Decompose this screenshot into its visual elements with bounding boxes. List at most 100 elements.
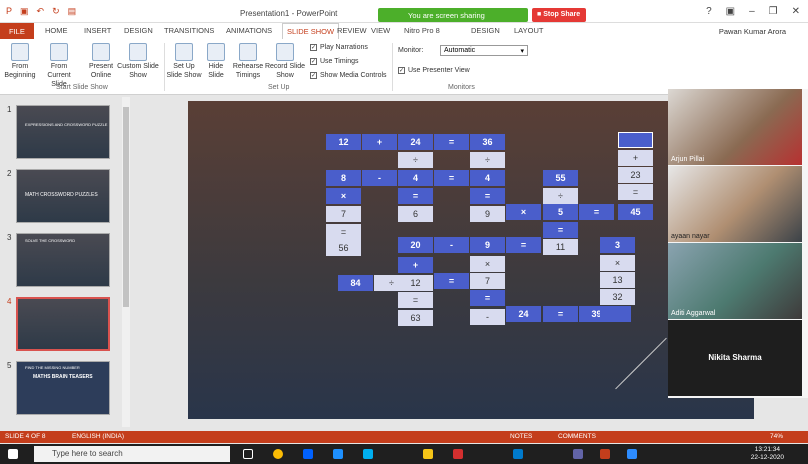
puzzle-cell[interactable]: × <box>326 188 361 204</box>
puzzle-cell[interactable] <box>600 306 631 322</box>
tab-table-design[interactable]: DESIGN <box>471 26 500 35</box>
slide-thumbnail-3[interactable]: SOLVE THE CROSSWORD <box>16 233 110 287</box>
chrome-icon[interactable] <box>273 449 283 459</box>
dropbox-icon[interactable] <box>303 449 313 459</box>
participant-video-3[interactable]: Aditi Aggarwal <box>668 243 802 319</box>
skype-icon[interactable] <box>363 449 373 459</box>
use-presenter-view-checkbox[interactable]: ✓ Use Presenter View <box>398 67 470 74</box>
from-beginning-button[interactable]: From Beginning <box>4 43 36 80</box>
thumbnail-scrollbar[interactable] <box>122 97 130 427</box>
tab-view[interactable]: VIEW <box>371 26 390 35</box>
puzzle-cell[interactable]: 12 <box>398 275 433 291</box>
puzzle-cell[interactable]: - <box>362 170 397 186</box>
puzzle-cell[interactable]: 24 <box>398 134 433 150</box>
save-icon[interactable]: ▣ <box>20 6 29 17</box>
undo-icon[interactable]: ↶ <box>37 6 45 17</box>
puzzle-cell[interactable]: = <box>470 290 505 306</box>
puzzle-cell[interactable]: 5 <box>543 204 578 220</box>
record-slide-show-button[interactable]: Record Slide Show <box>264 43 306 80</box>
scrollbar-thumb[interactable] <box>123 107 129 307</box>
comments-button[interactable]: COMMENTS <box>558 433 596 440</box>
tab-slide-show[interactable]: SLIDE SHOW <box>282 23 340 39</box>
puzzle-cell[interactable]: = <box>506 237 541 253</box>
hide-slide-button[interactable]: Hide Slide <box>204 43 228 80</box>
tab-review[interactable]: REVIEW <box>337 26 367 35</box>
tab-transitions[interactable]: TRANSITIONS <box>164 26 214 35</box>
puzzle-cell[interactable]: 6 <box>398 206 433 222</box>
puzzle-cell[interactable]: 7 <box>470 273 505 289</box>
ribbon-display-icon[interactable]: ▣ <box>726 6 735 17</box>
show-media-controls-checkbox[interactable]: ✓ Show Media Controls <box>310 72 387 79</box>
puzzle-cell[interactable]: 4 <box>398 170 433 186</box>
puzzle-cell[interactable]: 9 <box>470 237 505 253</box>
puzzle-cell[interactable]: 84 <box>338 275 373 291</box>
puzzle-cell[interactable]: 24 <box>506 306 541 322</box>
puzzle-cell[interactable]: = <box>618 184 653 200</box>
puzzle-cell[interactable]: 56 <box>326 240 361 256</box>
puzzle-cell[interactable]: ÷ <box>470 152 505 168</box>
puzzle-cell[interactable]: × <box>470 256 505 272</box>
puzzle-cell[interactable]: = <box>543 222 578 238</box>
windows-start-icon[interactable] <box>8 449 18 459</box>
puzzle-cell[interactable]: - <box>470 309 505 325</box>
puzzle-cell[interactable]: = <box>434 170 469 186</box>
edge-icon[interactable] <box>333 449 343 459</box>
start-from-beginning-icon[interactable]: ▤ <box>68 6 77 17</box>
monitor-select[interactable]: Automatic ▾ <box>440 45 528 56</box>
user-name[interactable]: Pawan Kumar Arora <box>719 27 786 36</box>
puzzle-cell[interactable]: × <box>600 255 635 271</box>
puzzle-cell[interactable]: 36 <box>470 134 505 150</box>
tab-design[interactable]: DESIGN <box>124 26 153 35</box>
participant-video-1[interactable]: Arjun Pillai <box>668 89 802 165</box>
puzzle-cell[interactable]: 45 <box>618 204 653 220</box>
puzzle-cell[interactable]: 12 <box>326 134 361 150</box>
file-explorer-icon[interactable] <box>423 449 433 459</box>
stop-share-button[interactable]: ■ Stop Share <box>532 8 586 22</box>
puzzle-cell[interactable]: 55 <box>543 170 578 186</box>
notes-button[interactable]: NOTES <box>510 433 532 440</box>
custom-slide-show-button[interactable]: Custom Slide Show <box>116 43 160 80</box>
slide-thumbnail-2[interactable]: MATH CROSSWORD PUZZLES <box>16 169 110 223</box>
puzzle-cell[interactable]: 7 <box>326 206 361 222</box>
zoom-level[interactable]: 74% <box>770 433 783 440</box>
slide-thumbnail-1[interactable]: EXPRESSIONS AND CROSSWORD PUZZLE <box>16 105 110 159</box>
system-clock[interactable]: 13:21:34 22-12-2020 <box>751 446 784 462</box>
from-current-slide-button[interactable]: From Current Slide <box>40 43 78 89</box>
puzzle-cell[interactable]: 9 <box>470 206 505 222</box>
participant-video-2[interactable]: ayaan nayar <box>668 166 802 242</box>
puzzle-cell[interactable]: + <box>618 150 653 166</box>
puzzle-cell[interactable]: 63 <box>398 310 433 326</box>
rehearse-timings-button[interactable]: Rehearse Timings <box>232 43 264 80</box>
puzzle-cell[interactable]: = <box>434 134 469 150</box>
puzzle-cell[interactable]: ÷ <box>543 188 578 204</box>
tab-animations[interactable]: ANIMATIONS <box>226 26 272 35</box>
puzzle-cell[interactable]: = <box>398 292 433 308</box>
puzzle-cell[interactable]: ÷ <box>398 152 433 168</box>
participant-video-4[interactable]: Nikita Sharma <box>668 320 802 396</box>
tab-home[interactable]: HOME <box>45 26 68 35</box>
task-view-icon[interactable] <box>243 449 253 459</box>
puzzle-cell[interactable]: = <box>434 273 469 289</box>
present-online-button[interactable]: Present Online <box>86 43 116 80</box>
puzzle-cell[interactable]: 32 <box>600 289 635 305</box>
use-timings-checkbox[interactable]: ✓ Use Timings <box>310 58 359 65</box>
zoom-icon[interactable] <box>627 449 637 459</box>
set-up-slide-show-button[interactable]: Set Up Slide Show <box>166 43 202 80</box>
puzzle-cell[interactable]: 20 <box>398 237 433 253</box>
teams-icon[interactable] <box>573 449 583 459</box>
play-narrations-checkbox[interactable]: ✓ Play Narrations <box>310 44 368 51</box>
search-box[interactable]: Type here to search <box>34 446 230 462</box>
tab-insert[interactable]: INSERT <box>84 26 111 35</box>
puzzle-cell[interactable]: = <box>326 224 361 240</box>
tab-layout[interactable]: LAYOUT <box>514 26 543 35</box>
puzzle-cell[interactable]: - <box>434 237 469 253</box>
slide-thumbnail-4[interactable] <box>16 297 110 351</box>
powerpoint-taskbar-icon[interactable] <box>600 449 610 459</box>
tab-nitro-pro[interactable]: Nitro Pro 8 <box>404 26 440 35</box>
puzzle-cell[interactable]: = <box>543 306 578 322</box>
pdf-icon[interactable] <box>453 449 463 459</box>
puzzle-cell[interactable]: 13 <box>600 272 635 288</box>
puzzle-cell[interactable]: 23 <box>618 167 653 183</box>
puzzle-cell[interactable]: 8 <box>326 170 361 186</box>
puzzle-cell[interactable]: 4 <box>470 170 505 186</box>
